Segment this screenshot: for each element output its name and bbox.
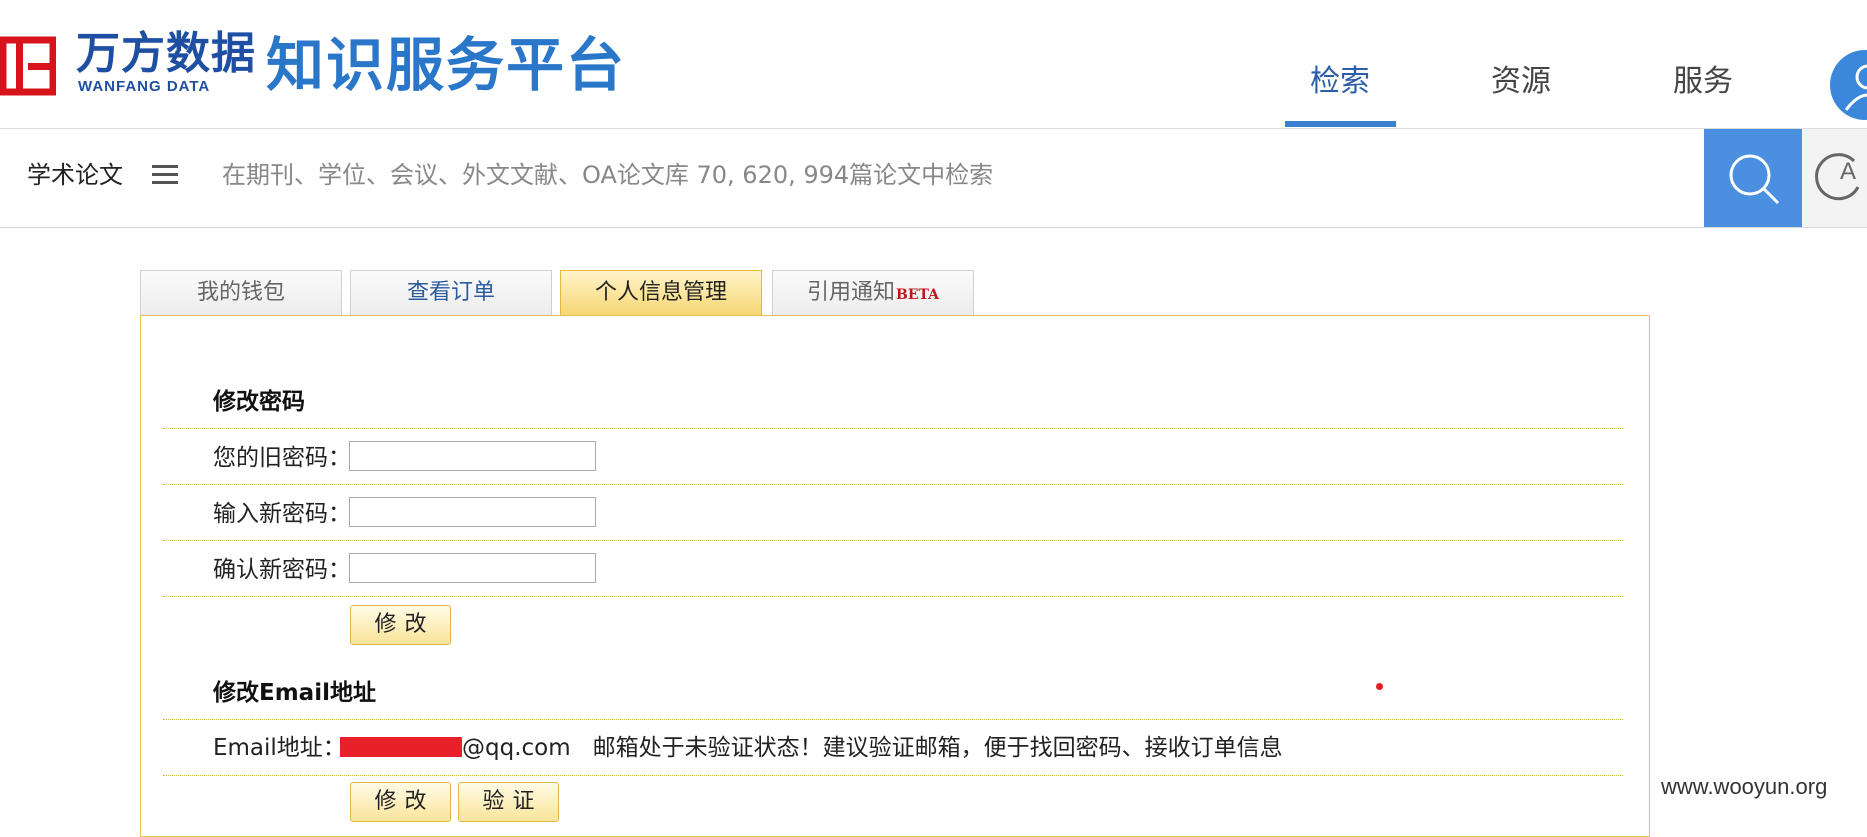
nav-resources[interactable]: 资源 bbox=[1491, 62, 1551, 102]
tab-wallet[interactable]: 我的钱包 bbox=[140, 270, 342, 315]
new-password-label: 输入新密码： bbox=[213, 501, 351, 527]
row-divider bbox=[163, 775, 1623, 776]
search-input[interactable]: 在期刊、学位、会议、外文文献、OA论文库 70, 620, 994篇论文中检索 bbox=[222, 159, 993, 191]
row-divider bbox=[163, 484, 1623, 485]
redacted-email-mask bbox=[340, 737, 462, 757]
change-email-title: 修改Email地址 bbox=[213, 680, 376, 706]
new-password-input[interactable] bbox=[349, 497, 596, 527]
tab-orders[interactable]: 查看订单 bbox=[350, 270, 552, 315]
nav-search[interactable]: 检索 bbox=[1310, 62, 1370, 102]
brand-name-cn: 万方数据 bbox=[76, 28, 256, 79]
confirm-password-label: 确认新密码： bbox=[213, 557, 351, 583]
nav-services[interactable]: 服务 bbox=[1673, 62, 1733, 102]
email-value: @qq.com 邮箱处于未验证状态！建议验证邮箱，便于找回密码、接收订单信息 bbox=[462, 733, 1283, 763]
tab-citation-notice[interactable]: 引用通知BETA bbox=[772, 270, 974, 315]
old-password-label: 您的旧密码： bbox=[213, 445, 351, 471]
search-type-selector[interactable]: 学术论文 bbox=[27, 159, 123, 191]
change-password-button[interactable]: 修改 bbox=[350, 605, 451, 645]
change-password-title: 修改密码 bbox=[213, 389, 305, 415]
row-divider bbox=[163, 596, 1623, 597]
search-button[interactable] bbox=[1704, 129, 1802, 227]
email-label: Email地址： bbox=[213, 735, 346, 761]
verify-email-button[interactable]: 验证 bbox=[458, 782, 559, 822]
user-avatar-icon[interactable] bbox=[1830, 50, 1867, 120]
svg-text:A: A bbox=[1840, 158, 1856, 185]
confirm-password-input[interactable] bbox=[349, 553, 596, 583]
email-status-message: 邮箱处于未验证状态！建议验证邮箱，便于找回密码、接收订单信息 bbox=[592, 735, 1283, 761]
modify-email-button[interactable]: 修改 bbox=[350, 782, 451, 822]
beta-badge: BETA bbox=[895, 287, 940, 303]
platform-title: 知识服务平台 bbox=[266, 31, 627, 99]
old-password-input[interactable] bbox=[349, 441, 596, 471]
advanced-search-button[interactable]: A bbox=[1802, 129, 1867, 227]
wanfang-logo-icon[interactable] bbox=[0, 36, 57, 96]
search-icon bbox=[1729, 154, 1780, 205]
row-divider bbox=[163, 428, 1623, 429]
row-divider bbox=[163, 540, 1623, 541]
advanced-search-icon: A bbox=[1815, 153, 1860, 201]
row-divider bbox=[163, 719, 1623, 720]
nav-active-indicator bbox=[1285, 121, 1396, 127]
tab-citation-notice-label: 引用通知 bbox=[806, 280, 895, 305]
red-dot-marker bbox=[1376, 683, 1383, 690]
hamburger-menu-icon[interactable] bbox=[152, 163, 180, 187]
brand-name-en: WANFANG DATA bbox=[78, 78, 211, 95]
email-domain: @qq.com bbox=[462, 735, 571, 761]
watermark-text: www.wooyun.org bbox=[1661, 774, 1828, 799]
tab-personal-info[interactable]: 个人信息管理 bbox=[560, 270, 762, 315]
